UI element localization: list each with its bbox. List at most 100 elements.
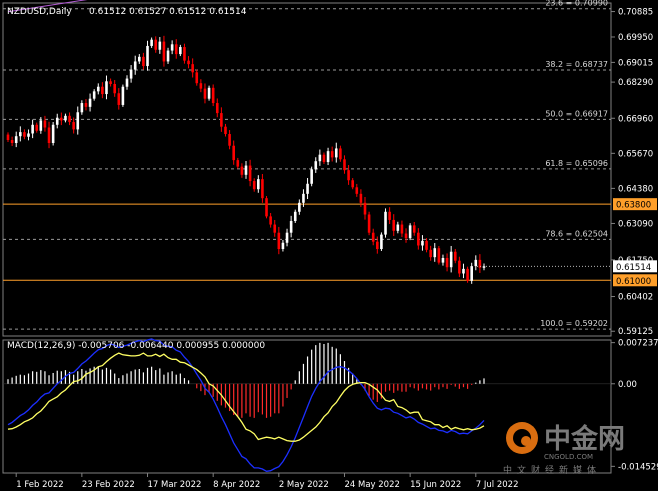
- candle-body[interactable]: [281, 242, 285, 250]
- candle-body[interactable]: [133, 61, 137, 70]
- candle-body[interactable]: [437, 248, 441, 263]
- candle-body[interactable]: [150, 39, 153, 46]
- candle-body[interactable]: [92, 91, 96, 99]
- candle-body[interactable]: [228, 134, 231, 146]
- candle-body[interactable]: [121, 86, 125, 105]
- candle-body[interactable]: [285, 232, 289, 243]
- candle-body[interactable]: [72, 122, 75, 130]
- candle-body[interactable]: [384, 211, 387, 235]
- candle-body[interactable]: [113, 84, 116, 94]
- candle-body[interactable]: [105, 81, 108, 95]
- candle-body[interactable]: [170, 44, 174, 51]
- candle-body[interactable]: [298, 202, 301, 212]
- candle-body[interactable]: [334, 148, 338, 158]
- candle-body[interactable]: [466, 268, 469, 281]
- candle-body[interactable]: [174, 44, 178, 55]
- candle-body[interactable]: [183, 47, 186, 61]
- candle-body[interactable]: [68, 115, 71, 123]
- candle-body[interactable]: [101, 86, 104, 95]
- candle-body[interactable]: [55, 117, 59, 125]
- candle-body[interactable]: [293, 211, 297, 222]
- candle-body[interactable]: [64, 115, 67, 121]
- candle-body[interactable]: [474, 259, 478, 267]
- candle-body[interactable]: [162, 41, 166, 62]
- candle-body[interactable]: [261, 179, 264, 199]
- candle-body[interactable]: [215, 103, 219, 114]
- candle-body[interactable]: [240, 166, 244, 175]
- candle-body[interactable]: [445, 257, 449, 268]
- candle-body[interactable]: [449, 251, 453, 268]
- candle-body[interactable]: [232, 145, 235, 161]
- candle-body[interactable]: [96, 86, 100, 92]
- candle-body[interactable]: [117, 93, 121, 105]
- candle-body[interactable]: [408, 225, 412, 239]
- horizontal-lines[interactable]: 0.63800 0.61000: [3, 198, 657, 287]
- candle-body[interactable]: [207, 87, 211, 99]
- candle-body[interactable]: [244, 165, 248, 175]
- candle-body[interactable]: [27, 133, 30, 137]
- candle-body[interactable]: [429, 249, 432, 258]
- candle-body[interactable]: [355, 187, 359, 194]
- candle-body[interactable]: [347, 170, 350, 181]
- candle-body[interactable]: [166, 50, 170, 62]
- candle-body[interactable]: [47, 127, 51, 143]
- candle-body[interactable]: [23, 132, 26, 137]
- candle-body[interactable]: [88, 98, 92, 107]
- candle-body[interactable]: [19, 132, 22, 137]
- candle-body[interactable]: [314, 161, 318, 170]
- candle-body[interactable]: [421, 240, 424, 246]
- candle-body[interactable]: [154, 39, 158, 50]
- candles[interactable]: [6, 35, 486, 284]
- candle-body[interactable]: [376, 241, 379, 250]
- candle-body[interactable]: [277, 232, 281, 250]
- candle-body[interactable]: [417, 232, 420, 246]
- candle-body[interactable]: [129, 69, 133, 79]
- candle-body[interactable]: [220, 113, 223, 127]
- candle-body[interactable]: [318, 154, 322, 162]
- candle-body[interactable]: [458, 260, 461, 274]
- candle-body[interactable]: [425, 240, 428, 250]
- candle-body[interactable]: [289, 221, 293, 233]
- candle-body[interactable]: [179, 47, 182, 55]
- candle-body[interactable]: [392, 219, 396, 231]
- candle-body[interactable]: [273, 224, 277, 233]
- candle-body[interactable]: [199, 83, 203, 89]
- candle-body[interactable]: [306, 183, 309, 194]
- candle-body[interactable]: [400, 224, 404, 234]
- candle-body[interactable]: [31, 124, 34, 134]
- candle-body[interactable]: [138, 56, 141, 62]
- candle-body[interactable]: [203, 88, 207, 99]
- candle-body[interactable]: [158, 41, 162, 50]
- candle-body[interactable]: [252, 181, 256, 190]
- candle-body[interactable]: [453, 251, 457, 261]
- candle-body[interactable]: [146, 45, 149, 67]
- candle-body[interactable]: [462, 268, 465, 274]
- candle-body[interactable]: [326, 151, 330, 163]
- candle-body[interactable]: [191, 64, 194, 73]
- candle-body[interactable]: [6, 134, 10, 141]
- candle-body[interactable]: [265, 198, 268, 217]
- candle-body[interactable]: [412, 225, 416, 233]
- candle-body[interactable]: [14, 136, 18, 143]
- candle-body[interactable]: [257, 179, 260, 190]
- candle-body[interactable]: [142, 56, 145, 67]
- candle-body[interactable]: [302, 193, 305, 203]
- candle-body[interactable]: [343, 159, 346, 171]
- candle-body[interactable]: [388, 211, 391, 220]
- candle-body[interactable]: [339, 148, 342, 160]
- candle-body[interactable]: [84, 103, 88, 107]
- candle-body[interactable]: [43, 120, 47, 128]
- candle-body[interactable]: [396, 224, 400, 231]
- candle-body[interactable]: [269, 216, 272, 225]
- candle-body[interactable]: [351, 180, 354, 188]
- candle-body[interactable]: [470, 266, 473, 281]
- candle-body[interactable]: [433, 248, 437, 258]
- candle-body[interactable]: [441, 257, 445, 263]
- candle-body[interactable]: [359, 193, 363, 203]
- candle-body[interactable]: [248, 165, 252, 182]
- candle-body[interactable]: [125, 78, 129, 87]
- candle-body[interactable]: [10, 140, 14, 143]
- candle-body[interactable]: [322, 154, 326, 163]
- candle-body[interactable]: [39, 120, 43, 131]
- candle-body[interactable]: [187, 60, 190, 65]
